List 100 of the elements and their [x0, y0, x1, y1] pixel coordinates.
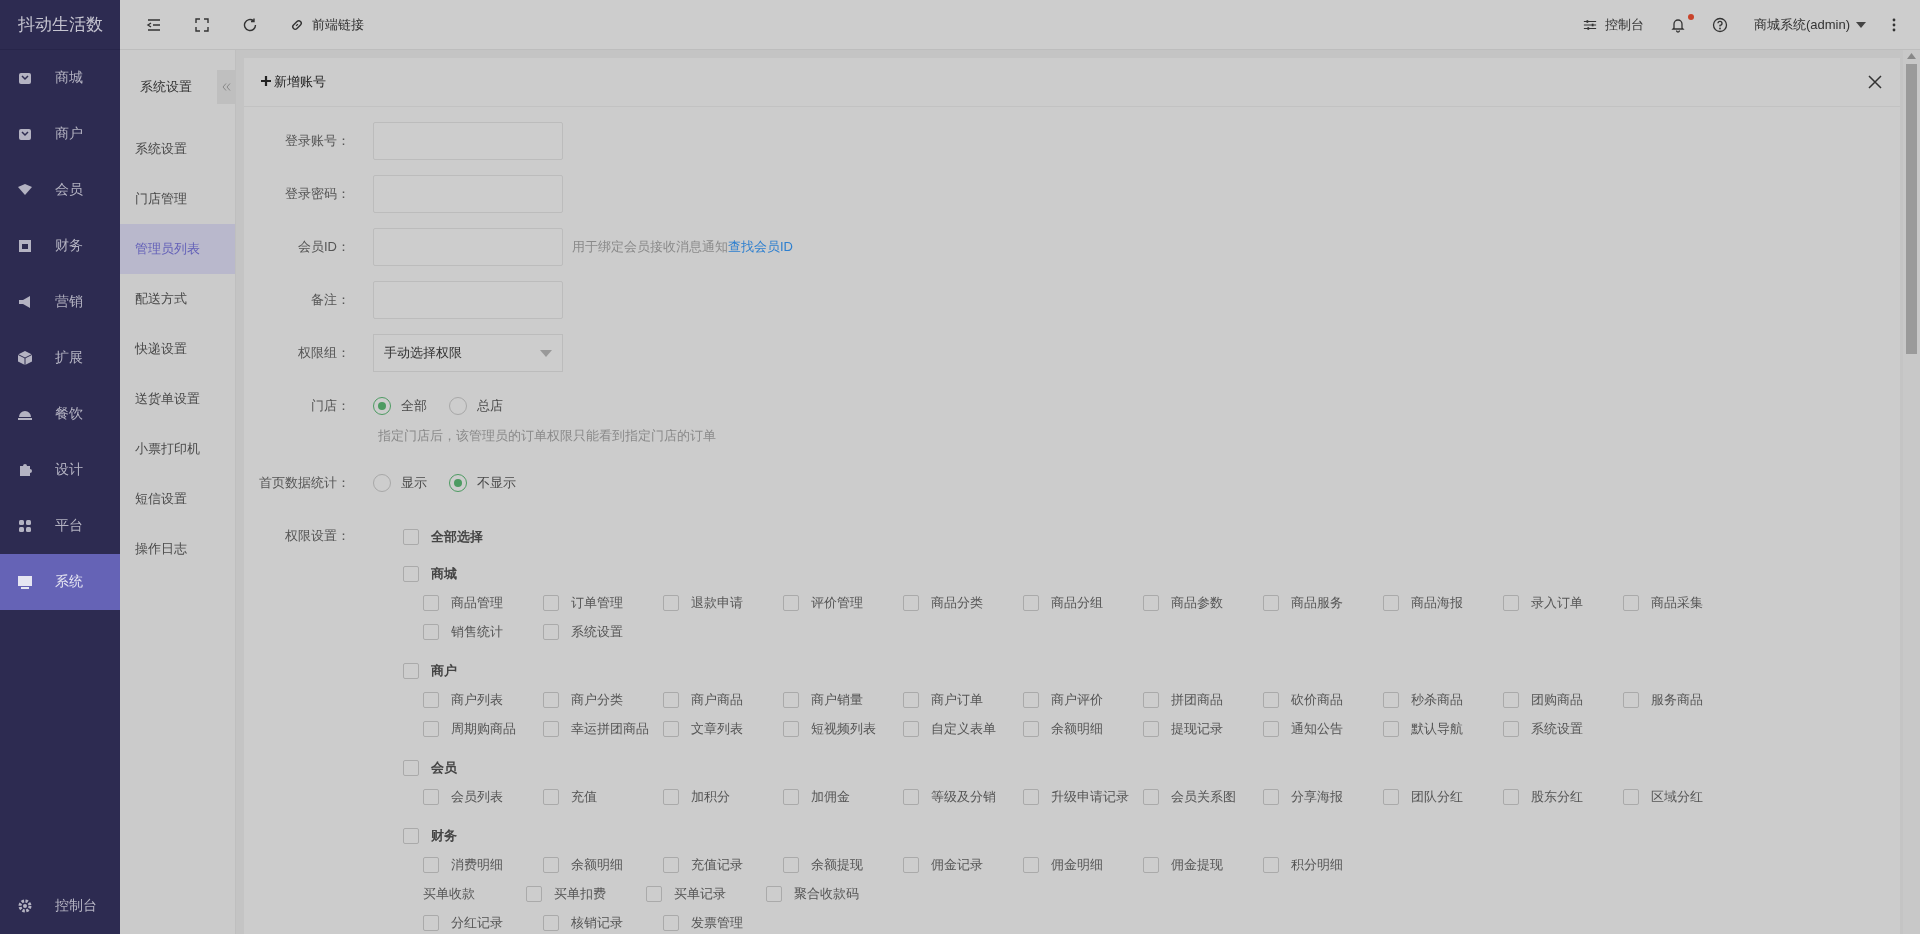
submenu-item[interactable]: 操作日志 [120, 524, 235, 574]
checkbox[interactable] [403, 565, 419, 582]
checkbox[interactable] [423, 788, 439, 805]
checkbox[interactable] [1503, 720, 1519, 737]
checkbox[interactable] [526, 885, 542, 902]
checkbox[interactable] [783, 691, 799, 708]
sidebar-item[interactable]: 系统 [0, 554, 120, 610]
checkbox[interactable] [1383, 788, 1399, 805]
checkbox[interactable] [543, 914, 559, 931]
help-icon[interactable] [1711, 16, 1728, 33]
checkbox[interactable] [423, 623, 439, 640]
checkbox[interactable] [1143, 594, 1159, 611]
checkbox[interactable] [1143, 691, 1159, 708]
user-menu[interactable]: 商城系统(admin) [1753, 15, 1866, 34]
checkbox[interactable] [423, 720, 439, 737]
sidebar-item[interactable]: 营销 [0, 274, 120, 330]
fullscreen-icon[interactable] [194, 16, 210, 33]
sidebar-item[interactable]: 商城 [0, 50, 120, 106]
checkbox[interactable] [903, 691, 919, 708]
checkbox[interactable] [1263, 788, 1279, 805]
checkbox[interactable] [543, 623, 559, 640]
sidebar-item[interactable]: 商户 [0, 106, 120, 162]
checkbox[interactable] [1263, 856, 1279, 873]
checkbox[interactable] [1383, 691, 1399, 708]
checkbox[interactable] [1503, 594, 1519, 611]
checkbox[interactable] [1023, 691, 1039, 708]
select-field[interactable]: 手动选择权限 [373, 334, 563, 372]
checkbox[interactable] [646, 885, 662, 902]
checkbox[interactable] [783, 788, 799, 805]
sidebar-item[interactable]: 会员 [0, 162, 120, 218]
submenu-item[interactable]: 送货单设置 [120, 374, 235, 424]
checkbox[interactable] [766, 885, 782, 902]
checkbox[interactable] [783, 594, 799, 611]
radio-button[interactable] [449, 474, 467, 492]
checkbox[interactable] [423, 856, 439, 873]
checkbox[interactable] [403, 528, 419, 545]
sidebar-item[interactable]: 平台 [0, 498, 120, 554]
checkbox[interactable] [423, 594, 439, 611]
radio-button[interactable] [449, 397, 467, 415]
checkbox[interactable] [1023, 856, 1039, 873]
refresh-icon[interactable] [242, 16, 258, 33]
checkbox[interactable] [1623, 594, 1639, 611]
checkbox[interactable] [1143, 720, 1159, 737]
checkbox[interactable] [783, 720, 799, 737]
checkbox[interactable] [423, 691, 439, 708]
checkbox[interactable] [543, 720, 559, 737]
checkbox[interactable] [1263, 691, 1279, 708]
checkbox[interactable] [903, 720, 919, 737]
checkbox[interactable] [1143, 856, 1159, 873]
sidebar-item[interactable]: 控制台 [0, 878, 120, 934]
sidebar-item[interactable]: 设计 [0, 442, 120, 498]
scroll-up-arrow-icon[interactable] [1907, 53, 1916, 59]
checkbox[interactable] [903, 788, 919, 805]
checkbox[interactable] [663, 856, 679, 873]
checkbox[interactable] [1023, 720, 1039, 737]
checkbox[interactable] [903, 594, 919, 611]
checkbox[interactable] [543, 594, 559, 611]
checkbox[interactable] [1503, 788, 1519, 805]
sidebar-item[interactable]: 餐饮 [0, 386, 120, 442]
console-link[interactable]: 控制台 [1582, 15, 1644, 34]
checkbox[interactable] [543, 856, 559, 873]
checkbox[interactable] [543, 788, 559, 805]
submenu-item[interactable]: 系统设置 [120, 124, 235, 174]
submenu-item[interactable]: 快递设置 [120, 324, 235, 374]
checkbox[interactable] [663, 914, 679, 931]
checkbox[interactable] [403, 759, 419, 776]
menu-fold-icon[interactable] [146, 16, 162, 33]
checkbox[interactable] [1383, 720, 1399, 737]
submenu-item[interactable]: 门店管理 [120, 174, 235, 224]
more-icon[interactable] [1892, 17, 1896, 32]
checkbox[interactable] [663, 691, 679, 708]
checkbox[interactable] [1383, 594, 1399, 611]
radio-button[interactable] [373, 397, 391, 415]
scrollbar-thumb[interactable] [1906, 64, 1917, 354]
radio-button[interactable] [373, 474, 391, 492]
submenu-item[interactable]: 配送方式 [120, 274, 235, 324]
checkbox[interactable] [423, 914, 439, 931]
scrollbar[interactable] [1903, 50, 1920, 934]
checkbox[interactable] [903, 856, 919, 873]
checkbox[interactable] [663, 720, 679, 737]
checkbox[interactable] [1023, 594, 1039, 611]
submenu-item[interactable]: 小票打印机 [120, 424, 235, 474]
close-icon[interactable] [1868, 75, 1882, 89]
checkbox[interactable] [783, 856, 799, 873]
submenu-item[interactable]: 短信设置 [120, 474, 235, 524]
checkbox[interactable] [1623, 788, 1639, 805]
sidebar-item[interactable]: 财务 [0, 218, 120, 274]
checkbox[interactable] [1023, 788, 1039, 805]
checkbox[interactable] [543, 691, 559, 708]
checkbox[interactable] [1263, 594, 1279, 611]
checkbox[interactable] [1143, 788, 1159, 805]
checkbox[interactable] [1503, 691, 1519, 708]
checkbox[interactable] [663, 788, 679, 805]
frontend-link[interactable]: 前端链接 [290, 15, 364, 34]
checkbox[interactable] [403, 662, 419, 679]
checkbox[interactable] [1263, 720, 1279, 737]
sidebar-item[interactable]: 扩展 [0, 330, 120, 386]
collapse-button[interactable] [217, 70, 235, 104]
checkbox[interactable] [663, 594, 679, 611]
checkbox[interactable] [1623, 691, 1639, 708]
